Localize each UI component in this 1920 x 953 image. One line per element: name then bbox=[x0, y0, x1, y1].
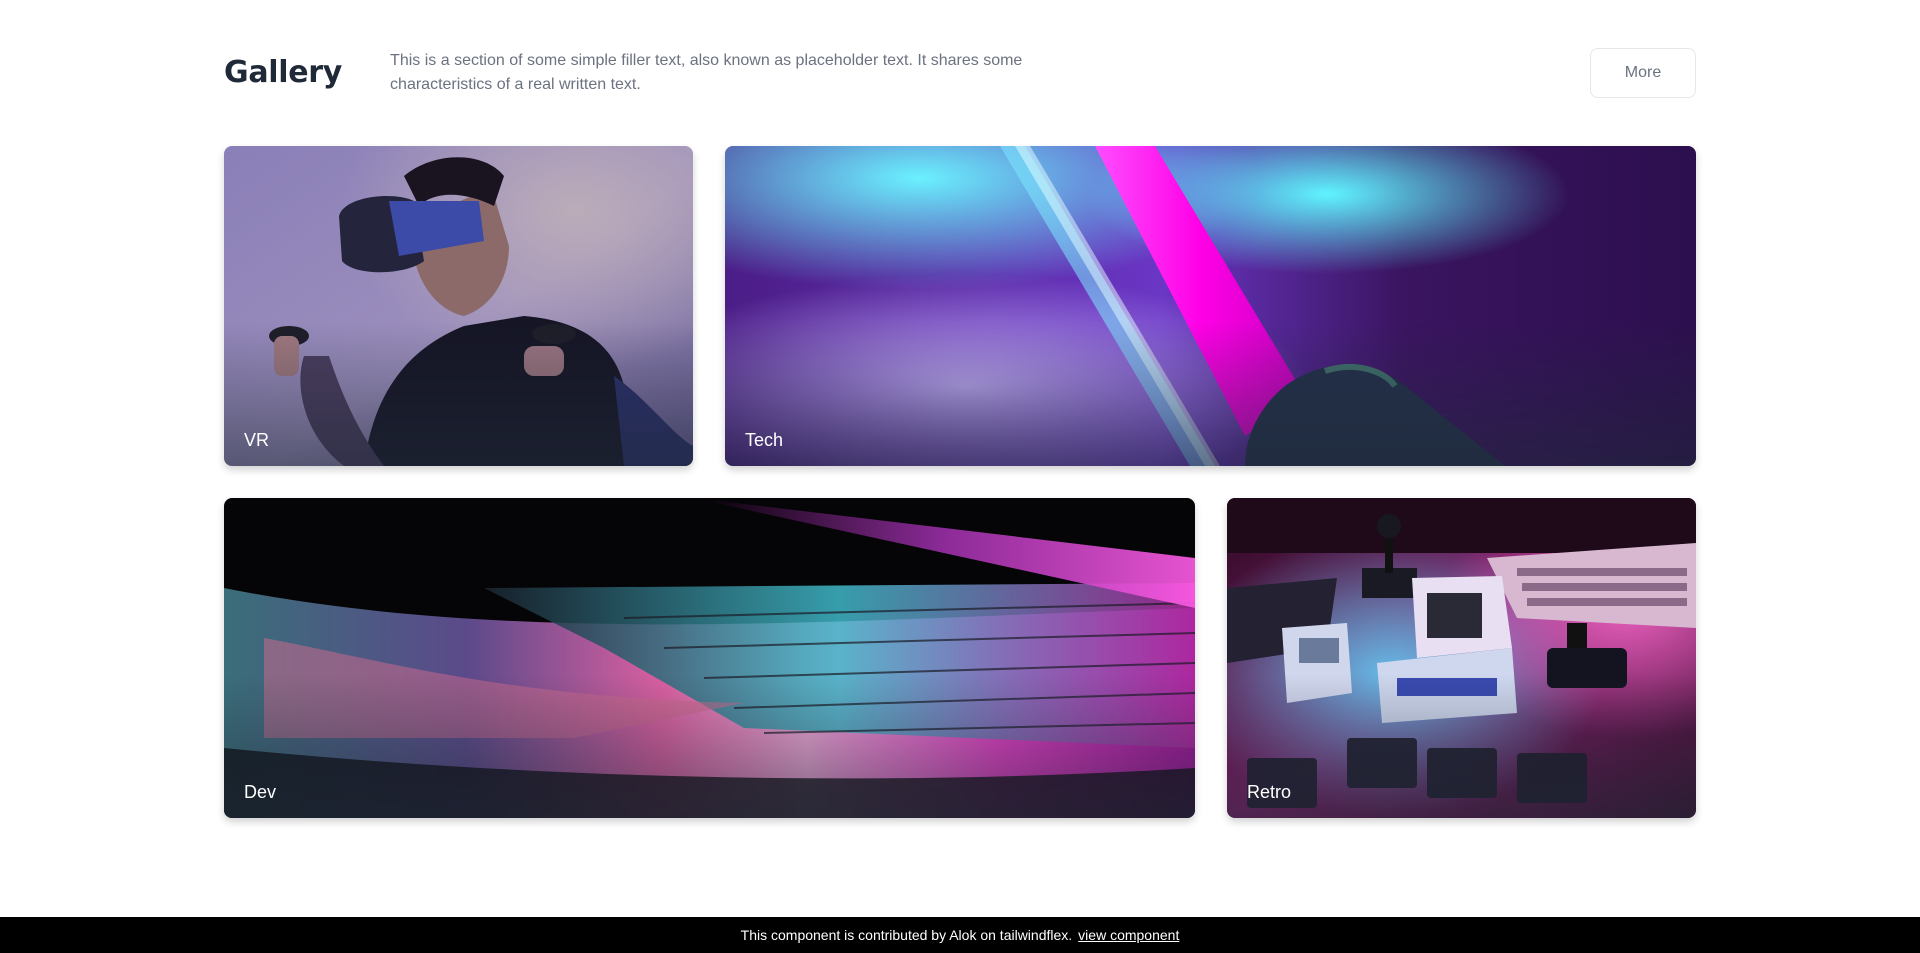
card-overlay bbox=[1227, 498, 1696, 818]
gallery-description: This is a section of some simple filler … bbox=[390, 52, 1023, 93]
gallery-card-dev[interactable]: Dev bbox=[224, 498, 1195, 818]
card-overlay bbox=[725, 146, 1696, 466]
card-overlay bbox=[224, 498, 1195, 818]
page-title: Gallery bbox=[224, 55, 343, 90]
card-overlay bbox=[224, 146, 693, 466]
attribution-bar: This component is contributed by Alok on… bbox=[0, 917, 1920, 953]
view-component-link[interactable]: view component bbox=[1078, 927, 1179, 943]
more-button[interactable]: More bbox=[1590, 48, 1696, 98]
card-label: Dev bbox=[244, 782, 277, 802]
attribution-text: This component is contributed by Alok on… bbox=[740, 927, 1073, 943]
gallery-card-retro[interactable]: Retro bbox=[1227, 498, 1696, 818]
gallery-card-vr[interactable]: VR bbox=[224, 146, 693, 466]
gallery-section: Gallery This is a section of some simple… bbox=[224, 48, 1696, 818]
card-label: Retro bbox=[1247, 782, 1292, 802]
card-label: VR bbox=[244, 430, 270, 450]
gallery-card-tech[interactable]: Tech bbox=[725, 146, 1696, 466]
gallery-header: Gallery This is a section of some simple… bbox=[224, 48, 1696, 98]
card-label: Tech bbox=[745, 430, 784, 450]
